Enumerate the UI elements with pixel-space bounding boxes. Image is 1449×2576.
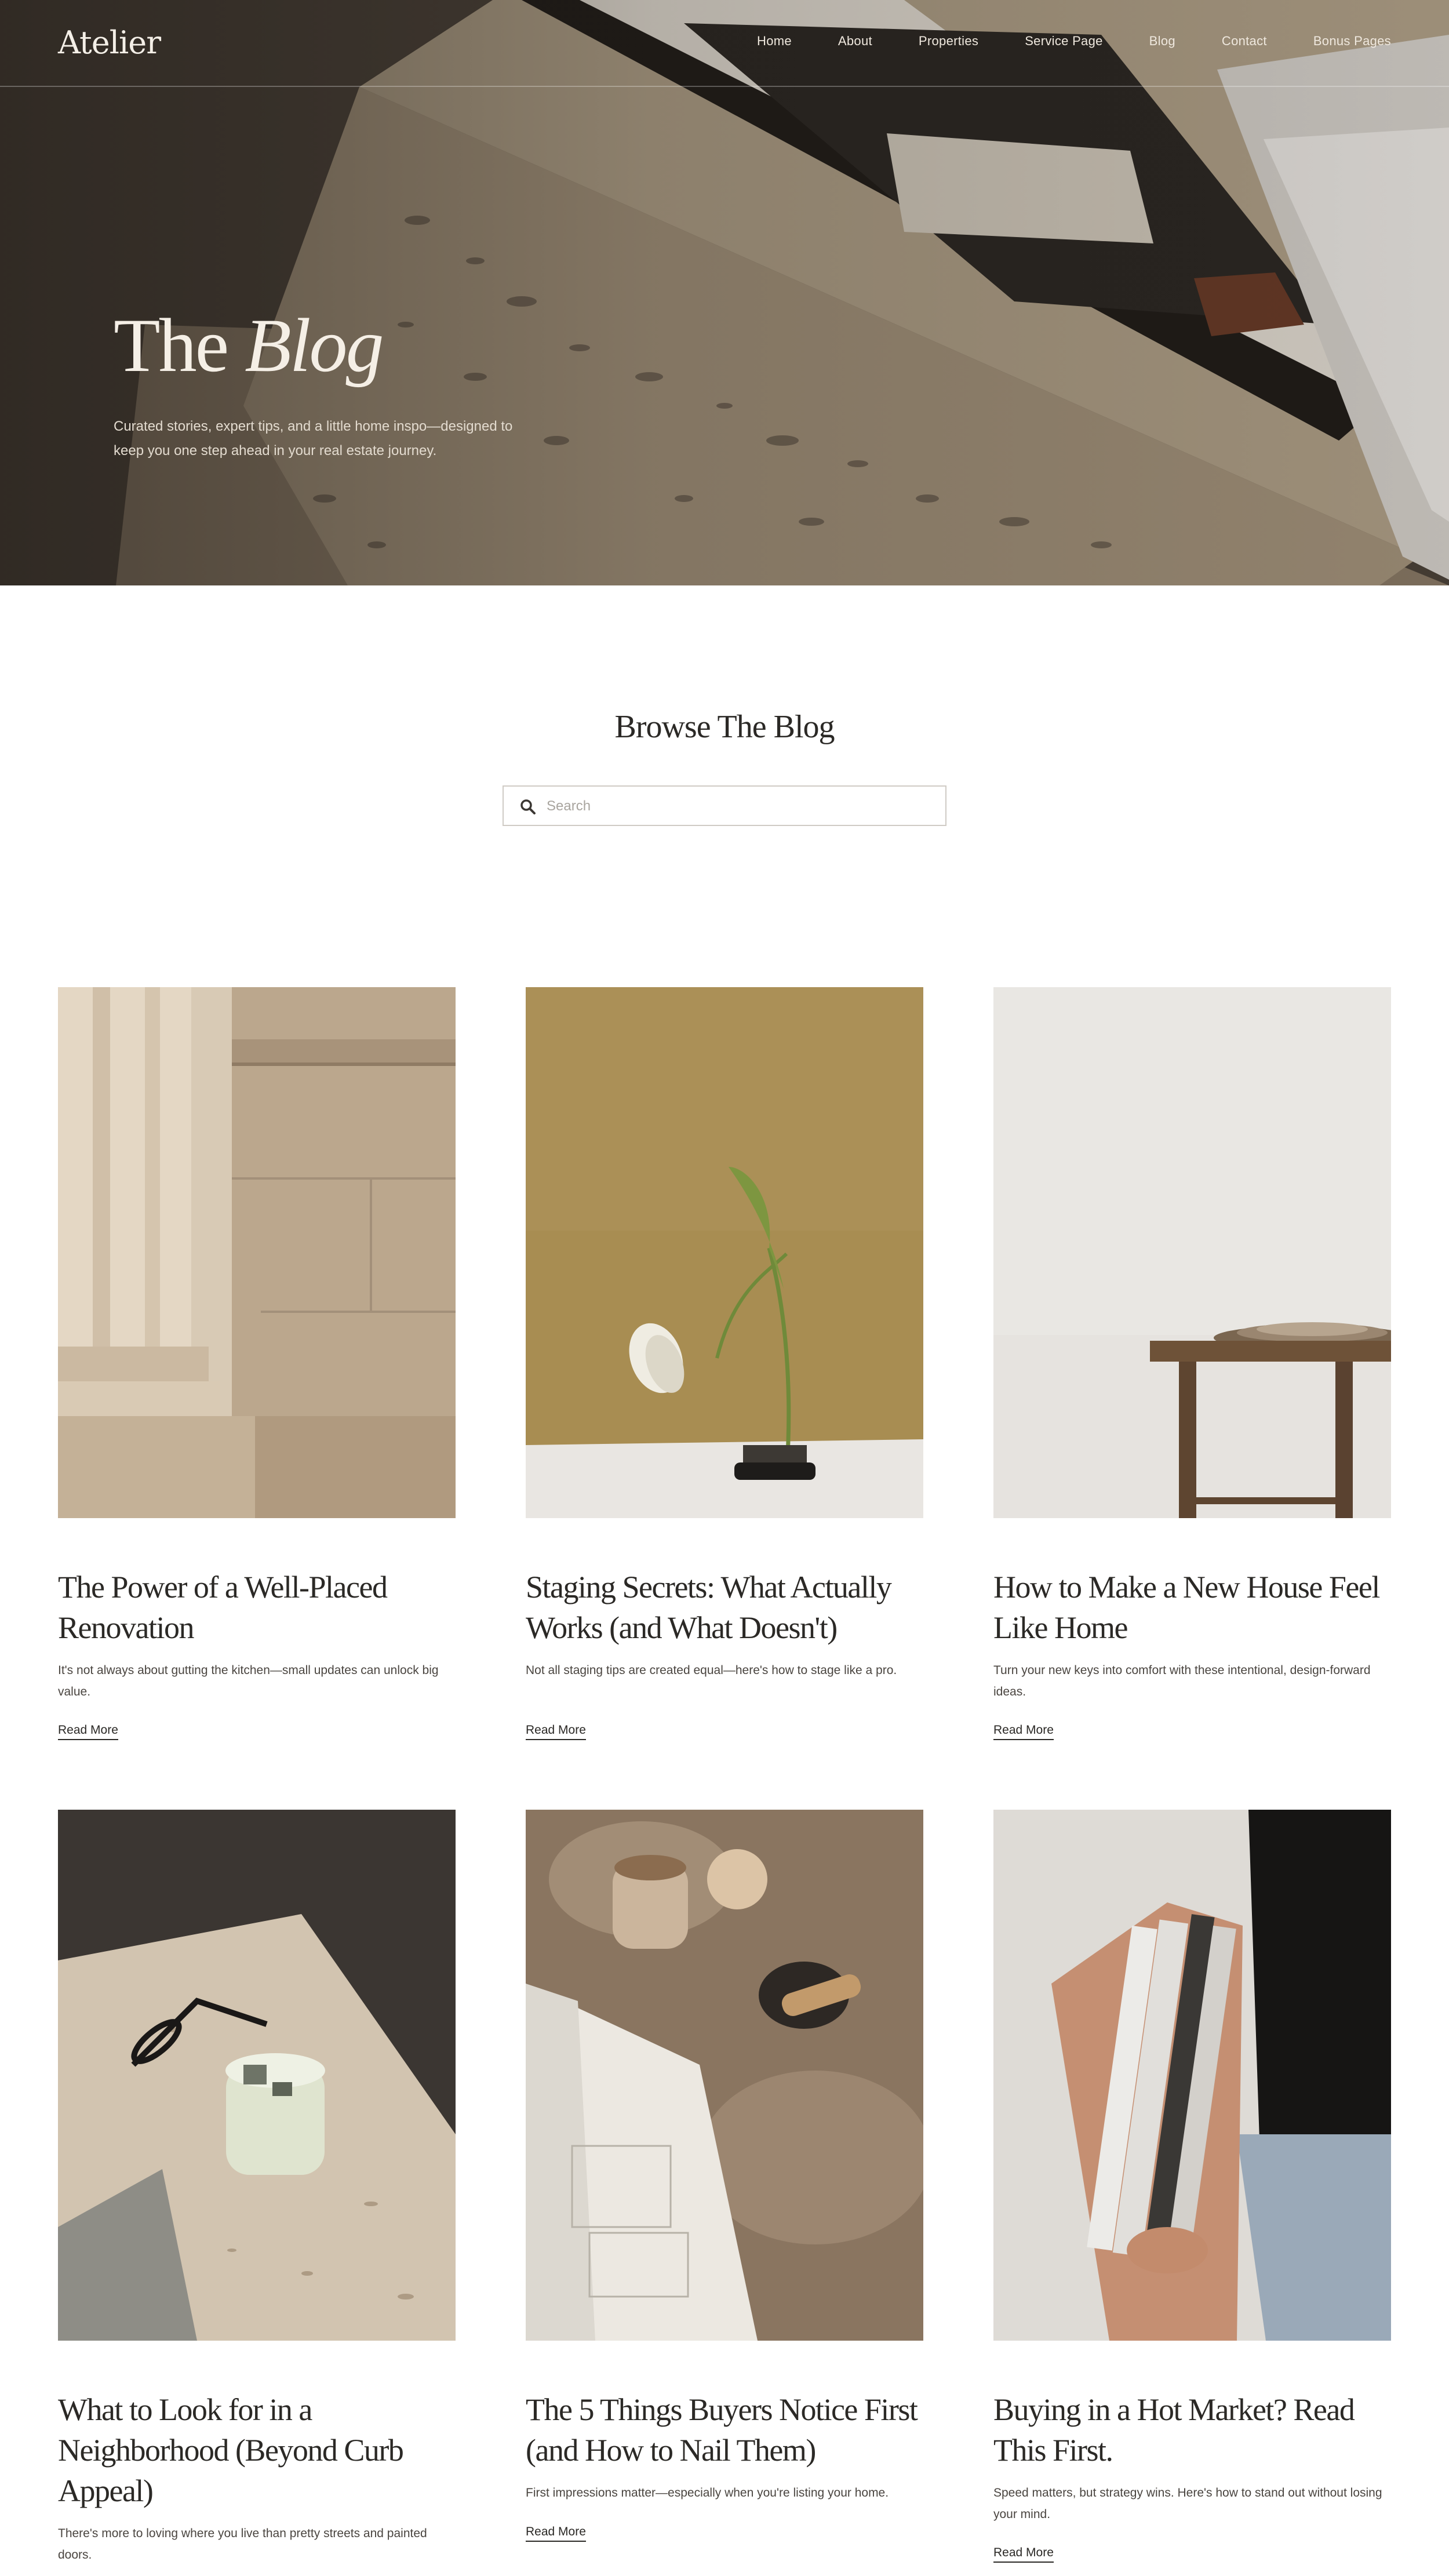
card-excerpt: Speed matters, but strategy wins. Here's… xyxy=(993,2486,1382,2521)
page-title-plain: The xyxy=(114,303,245,388)
card-title[interactable]: The 5 Things Buyers Notice First (and Ho… xyxy=(526,2389,923,2471)
card-excerpt: Not all staging tips are created equal—h… xyxy=(526,1664,897,1677)
bowls-image xyxy=(993,987,1391,1518)
card-excerpt: It's not always about gutting the kitche… xyxy=(58,1664,439,1698)
hero-subtitle: Curated stories, expert tips, and a litt… xyxy=(114,419,513,459)
nav-home[interactable]: Home xyxy=(757,34,792,49)
read-more-link[interactable]: Read More xyxy=(526,1723,586,1740)
notebook-image xyxy=(526,1810,923,2341)
card-title[interactable]: What to Look for in a Neighborhood (Beyo… xyxy=(58,2389,456,2511)
browse-title: Browse The Blog xyxy=(614,709,835,745)
blog-card: What to Look for in a Neighborhood (Beyo… xyxy=(58,1810,456,2576)
nav-service-page[interactable]: Service Page xyxy=(1025,34,1102,49)
site-header: Atelier Home About Properties Service Pa… xyxy=(0,0,1449,87)
read-more-link[interactable]: Read More xyxy=(993,2546,1054,2563)
stone-column-image xyxy=(58,987,456,1518)
card-title[interactable]: Buying in a Hot Market? Read This First. xyxy=(993,2389,1391,2471)
candle-image xyxy=(58,1810,456,2341)
read-more-link[interactable]: Read More xyxy=(993,1723,1054,1740)
card-image[interactable] xyxy=(526,1810,923,2341)
site-logo[interactable]: Atelier xyxy=(58,24,161,61)
nav-properties[interactable]: Properties xyxy=(919,34,978,49)
card-image[interactable] xyxy=(526,987,923,1518)
blog-card: How to Make a New House Feel Like Home T… xyxy=(993,987,1391,1741)
blog-card: The Power of a Well-Placed Renovation It… xyxy=(58,987,456,1741)
main-nav: Home About Properties Service Page Blog … xyxy=(711,34,1391,49)
read-more-link[interactable]: Read More xyxy=(526,2525,586,2542)
card-excerpt: There's more to loving where you live th… xyxy=(58,2527,427,2562)
card-title[interactable]: Staging Secrets: What Actually Works (an… xyxy=(526,1567,923,1648)
tulip-image xyxy=(526,987,923,1518)
books-image xyxy=(993,1810,1391,2341)
card-title[interactable]: The Power of a Well-Placed Renovation xyxy=(58,1567,456,1648)
blog-card: Staging Secrets: What Actually Works (an… xyxy=(526,987,923,1741)
card-image[interactable] xyxy=(993,987,1391,1518)
nav-about[interactable]: About xyxy=(838,34,872,49)
card-excerpt: Turn your new keys into comfort with the… xyxy=(993,1664,1371,1698)
page-title: The Blog xyxy=(114,307,384,384)
blog-card: The 5 Things Buyers Notice First (and Ho… xyxy=(526,1810,923,2576)
nav-blog[interactable]: Blog xyxy=(1149,34,1175,49)
hero-section: Atelier Home About Properties Service Pa… xyxy=(0,0,1449,585)
nav-contact[interactable]: Contact xyxy=(1222,34,1267,49)
card-image[interactable] xyxy=(993,1810,1391,2341)
nav-bonus-pages[interactable]: Bonus Pages xyxy=(1313,34,1391,49)
blog-card: Buying in a Hot Market? Read This First.… xyxy=(993,1810,1391,2576)
search-box[interactable] xyxy=(503,785,946,826)
card-image[interactable] xyxy=(58,1810,456,2341)
read-more-link[interactable]: Read More xyxy=(58,1723,118,1740)
card-title[interactable]: How to Make a New House Feel Like Home xyxy=(993,1567,1391,1648)
hero-overlay xyxy=(0,0,1449,585)
search-icon xyxy=(520,799,536,814)
card-image[interactable] xyxy=(58,987,456,1518)
page-title-italic: Blog xyxy=(245,303,384,388)
search-input[interactable] xyxy=(547,792,929,820)
card-excerpt: First impressions matter—especially when… xyxy=(526,2486,889,2499)
